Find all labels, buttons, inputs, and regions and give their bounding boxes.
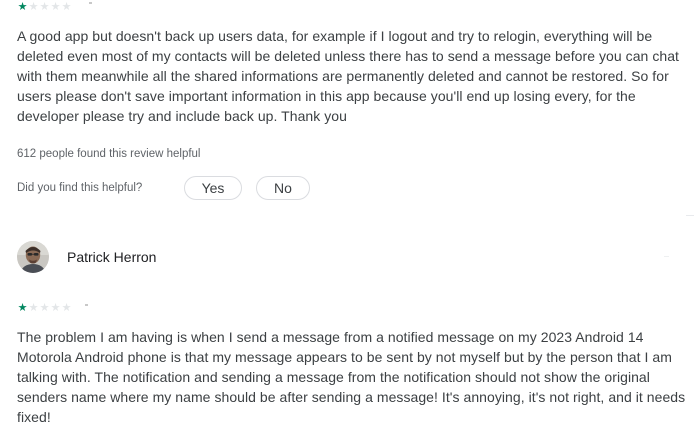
helpful-feedback: Did you find this helpful? Yes No — [17, 176, 310, 200]
review-card: ★ ★ ★ ★ ★ A good app but doesn't back up… — [0, 0, 700, 215]
review-author: Patrick Herron — [17, 240, 156, 274]
star-empty-icon: ★ — [28, 301, 39, 314]
star-empty-icon: ★ — [28, 0, 39, 13]
helpful-count: 612 people found this review helpful — [17, 148, 201, 160]
star-empty-icon: ★ — [50, 0, 61, 13]
divider-dot — [85, 304, 88, 306]
star-filled-icon: ★ — [17, 0, 28, 13]
star-filled-icon: ★ — [17, 301, 28, 314]
star-empty-icon: ★ — [39, 0, 50, 13]
review-text: A good app but doesn't back up users dat… — [17, 28, 679, 124]
avatar[interactable] — [17, 241, 49, 273]
yes-button[interactable]: Yes — [184, 176, 242, 200]
author-name: Patrick Herron — [67, 249, 157, 265]
star-empty-icon: ★ — [61, 301, 72, 314]
star-empty-icon: ★ — [61, 0, 72, 13]
divider-dot — [89, 2, 92, 4]
review-text: The problem I am having is when I send a… — [17, 329, 686, 425]
star-empty-icon: ★ — [50, 301, 61, 314]
no-button[interactable]: No — [256, 176, 310, 200]
avatar-image — [17, 241, 49, 273]
star-empty-icon: ★ — [39, 301, 50, 314]
star-rating: ★ ★ ★ ★ ★ — [17, 302, 72, 314]
star-rating: ★ ★ ★ ★ ★ — [17, 1, 72, 13]
helpful-question: Did you find this helpful? — [17, 182, 143, 194]
